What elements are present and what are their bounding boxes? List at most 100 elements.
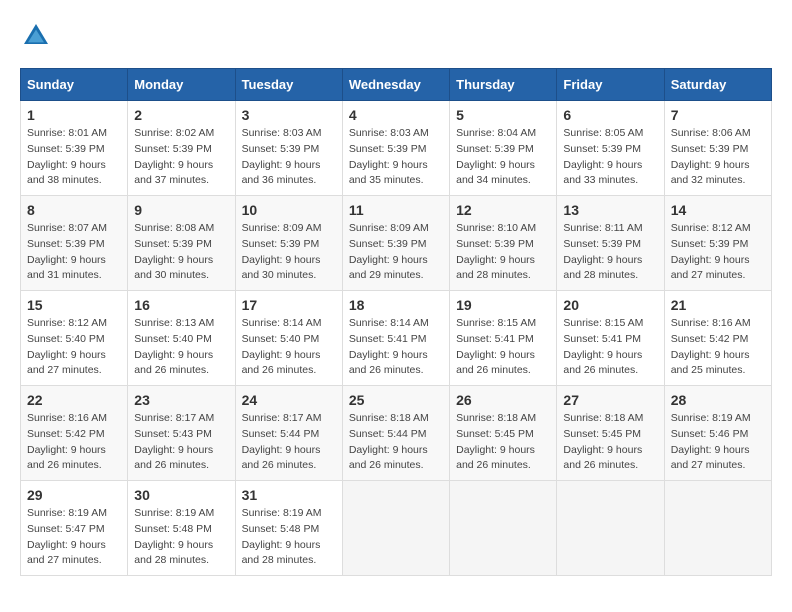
day-info: Sunrise: 8:01 AM Sunset: 5:39 PM Dayligh… bbox=[27, 126, 121, 189]
day-info: Sunrise: 8:12 AM Sunset: 5:40 PM Dayligh… bbox=[27, 316, 121, 379]
day-info: Sunrise: 8:14 AM Sunset: 5:41 PM Dayligh… bbox=[349, 316, 443, 379]
table-row: 13 Sunrise: 8:11 AM Sunset: 5:39 PM Dayli… bbox=[557, 196, 664, 291]
day-number: 21 bbox=[671, 297, 765, 313]
day-info: Sunrise: 8:12 AM Sunset: 5:39 PM Dayligh… bbox=[671, 221, 765, 284]
col-monday: Monday bbox=[128, 69, 235, 101]
page-header bbox=[20, 20, 772, 52]
table-row: 1 Sunrise: 8:01 AM Sunset: 5:39 PM Daylig… bbox=[21, 101, 128, 196]
day-info: Sunrise: 8:08 AM Sunset: 5:39 PM Dayligh… bbox=[134, 221, 228, 284]
table-row: 2 Sunrise: 8:02 AM Sunset: 5:39 PM Daylig… bbox=[128, 101, 235, 196]
day-number: 17 bbox=[242, 297, 336, 313]
day-info: Sunrise: 8:16 AM Sunset: 5:42 PM Dayligh… bbox=[671, 316, 765, 379]
day-number: 13 bbox=[563, 202, 657, 218]
table-row bbox=[664, 481, 771, 576]
day-info: Sunrise: 8:03 AM Sunset: 5:39 PM Dayligh… bbox=[242, 126, 336, 189]
day-number: 16 bbox=[134, 297, 228, 313]
day-info: Sunrise: 8:17 AM Sunset: 5:44 PM Dayligh… bbox=[242, 411, 336, 474]
day-info: Sunrise: 8:13 AM Sunset: 5:40 PM Dayligh… bbox=[134, 316, 228, 379]
day-number: 7 bbox=[671, 107, 765, 123]
table-row: 15Sunrise: 8:12 AM Sunset: 5:40 PM Dayli… bbox=[21, 291, 128, 386]
day-number: 22 bbox=[27, 392, 121, 408]
table-row: 20 Sunrise: 8:15 AM Sunset: 5:41 PM Dayli… bbox=[557, 291, 664, 386]
table-row: 28 Sunrise: 8:19 AM Sunset: 5:46 PM Dayli… bbox=[664, 386, 771, 481]
day-number: 9 bbox=[134, 202, 228, 218]
col-tuesday: Tuesday bbox=[235, 69, 342, 101]
table-row: 6Sunrise: 8:05 AM Sunset: 5:39 PM Daylig… bbox=[557, 101, 664, 196]
table-row: 19 Sunrise: 8:15 AM Sunset: 5:41 PM Dayli… bbox=[450, 291, 557, 386]
table-row: 30 Sunrise: 8:19 AM Sunset: 5:48 PM Dayli… bbox=[128, 481, 235, 576]
day-info: Sunrise: 8:19 AM Sunset: 5:47 PM Dayligh… bbox=[27, 506, 121, 569]
day-number: 23 bbox=[134, 392, 228, 408]
calendar-week-row: 15Sunrise: 8:12 AM Sunset: 5:40 PM Dayli… bbox=[21, 291, 772, 386]
table-row: 16 Sunrise: 8:13 AM Sunset: 5:40 PM Dayli… bbox=[128, 291, 235, 386]
day-number: 4 bbox=[349, 107, 443, 123]
day-info: Sunrise: 8:11 AM Sunset: 5:39 PM Dayligh… bbox=[563, 221, 657, 284]
table-row: 22Sunrise: 8:16 AM Sunset: 5:42 PM Dayli… bbox=[21, 386, 128, 481]
table-row bbox=[450, 481, 557, 576]
day-number: 29 bbox=[27, 487, 121, 503]
table-row: 29 Sunrise: 8:19 AM Sunset: 5:47 PM Dayli… bbox=[21, 481, 128, 576]
day-number: 18 bbox=[349, 297, 443, 313]
calendar-table: Sunday Monday Tuesday Wednesday Thursday… bbox=[20, 68, 772, 576]
table-row: 21 Sunrise: 8:16 AM Sunset: 5:42 PM Dayli… bbox=[664, 291, 771, 386]
table-row bbox=[342, 481, 449, 576]
col-thursday: Thursday bbox=[450, 69, 557, 101]
day-number: 25 bbox=[349, 392, 443, 408]
day-number: 28 bbox=[671, 392, 765, 408]
day-info: Sunrise: 8:19 AM Sunset: 5:48 PM Dayligh… bbox=[134, 506, 228, 569]
day-info: Sunrise: 8:02 AM Sunset: 5:39 PM Dayligh… bbox=[134, 126, 228, 189]
day-number: 6 bbox=[563, 107, 657, 123]
day-number: 19 bbox=[456, 297, 550, 313]
table-row: 7Sunrise: 8:06 AM Sunset: 5:39 PM Daylig… bbox=[664, 101, 771, 196]
table-row: 26 Sunrise: 8:18 AM Sunset: 5:45 PM Dayli… bbox=[450, 386, 557, 481]
day-number: 3 bbox=[242, 107, 336, 123]
table-row: 18 Sunrise: 8:14 AM Sunset: 5:41 PM Dayli… bbox=[342, 291, 449, 386]
col-saturday: Saturday bbox=[664, 69, 771, 101]
day-number: 1 bbox=[27, 107, 121, 123]
day-info: Sunrise: 8:18 AM Sunset: 5:45 PM Dayligh… bbox=[456, 411, 550, 474]
table-row: 10 Sunrise: 8:09 AM Sunset: 5:39 PM Dayli… bbox=[235, 196, 342, 291]
day-number: 20 bbox=[563, 297, 657, 313]
day-info: Sunrise: 8:15 AM Sunset: 5:41 PM Dayligh… bbox=[563, 316, 657, 379]
logo-icon bbox=[20, 20, 52, 52]
day-number: 10 bbox=[242, 202, 336, 218]
day-number: 26 bbox=[456, 392, 550, 408]
day-info: Sunrise: 8:04 AM Sunset: 5:39 PM Dayligh… bbox=[456, 126, 550, 189]
calendar-header-row: Sunday Monday Tuesday Wednesday Thursday… bbox=[21, 69, 772, 101]
col-wednesday: Wednesday bbox=[342, 69, 449, 101]
day-info: Sunrise: 8:18 AM Sunset: 5:45 PM Dayligh… bbox=[563, 411, 657, 474]
day-info: Sunrise: 8:15 AM Sunset: 5:41 PM Dayligh… bbox=[456, 316, 550, 379]
col-sunday: Sunday bbox=[21, 69, 128, 101]
table-row: 27 Sunrise: 8:18 AM Sunset: 5:45 PM Dayli… bbox=[557, 386, 664, 481]
day-number: 27 bbox=[563, 392, 657, 408]
col-friday: Friday bbox=[557, 69, 664, 101]
logo bbox=[20, 20, 56, 52]
day-info: Sunrise: 8:09 AM Sunset: 5:39 PM Dayligh… bbox=[349, 221, 443, 284]
calendar-week-row: 29 Sunrise: 8:19 AM Sunset: 5:47 PM Dayli… bbox=[21, 481, 772, 576]
table-row: 11Sunrise: 8:09 AM Sunset: 5:39 PM Dayli… bbox=[342, 196, 449, 291]
table-row: 17 Sunrise: 8:14 AM Sunset: 5:40 PM Dayli… bbox=[235, 291, 342, 386]
table-row: 14Sunrise: 8:12 AM Sunset: 5:39 PM Dayli… bbox=[664, 196, 771, 291]
table-row: 9 Sunrise: 8:08 AM Sunset: 5:39 PM Daylig… bbox=[128, 196, 235, 291]
table-row: 24Sunrise: 8:17 AM Sunset: 5:44 PM Dayli… bbox=[235, 386, 342, 481]
day-info: Sunrise: 8:03 AM Sunset: 5:39 PM Dayligh… bbox=[349, 126, 443, 189]
day-info: Sunrise: 8:14 AM Sunset: 5:40 PM Dayligh… bbox=[242, 316, 336, 379]
day-number: 8 bbox=[27, 202, 121, 218]
day-number: 5 bbox=[456, 107, 550, 123]
day-info: Sunrise: 8:18 AM Sunset: 5:44 PM Dayligh… bbox=[349, 411, 443, 474]
table-row: 3 Sunrise: 8:03 AM Sunset: 5:39 PM Daylig… bbox=[235, 101, 342, 196]
table-row: 4 Sunrise: 8:03 AM Sunset: 5:39 PM Daylig… bbox=[342, 101, 449, 196]
day-number: 30 bbox=[134, 487, 228, 503]
calendar-week-row: 8 Sunrise: 8:07 AM Sunset: 5:39 PM Daylig… bbox=[21, 196, 772, 291]
day-number: 12 bbox=[456, 202, 550, 218]
day-info: Sunrise: 8:10 AM Sunset: 5:39 PM Dayligh… bbox=[456, 221, 550, 284]
table-row: 23 Sunrise: 8:17 AM Sunset: 5:43 PM Dayli… bbox=[128, 386, 235, 481]
day-info: Sunrise: 8:19 AM Sunset: 5:48 PM Dayligh… bbox=[242, 506, 336, 569]
day-number: 2 bbox=[134, 107, 228, 123]
day-info: Sunrise: 8:07 AM Sunset: 5:39 PM Dayligh… bbox=[27, 221, 121, 284]
table-row bbox=[557, 481, 664, 576]
day-info: Sunrise: 8:09 AM Sunset: 5:39 PM Dayligh… bbox=[242, 221, 336, 284]
day-info: Sunrise: 8:19 AM Sunset: 5:46 PM Dayligh… bbox=[671, 411, 765, 474]
day-info: Sunrise: 8:17 AM Sunset: 5:43 PM Dayligh… bbox=[134, 411, 228, 474]
day-number: 31 bbox=[242, 487, 336, 503]
